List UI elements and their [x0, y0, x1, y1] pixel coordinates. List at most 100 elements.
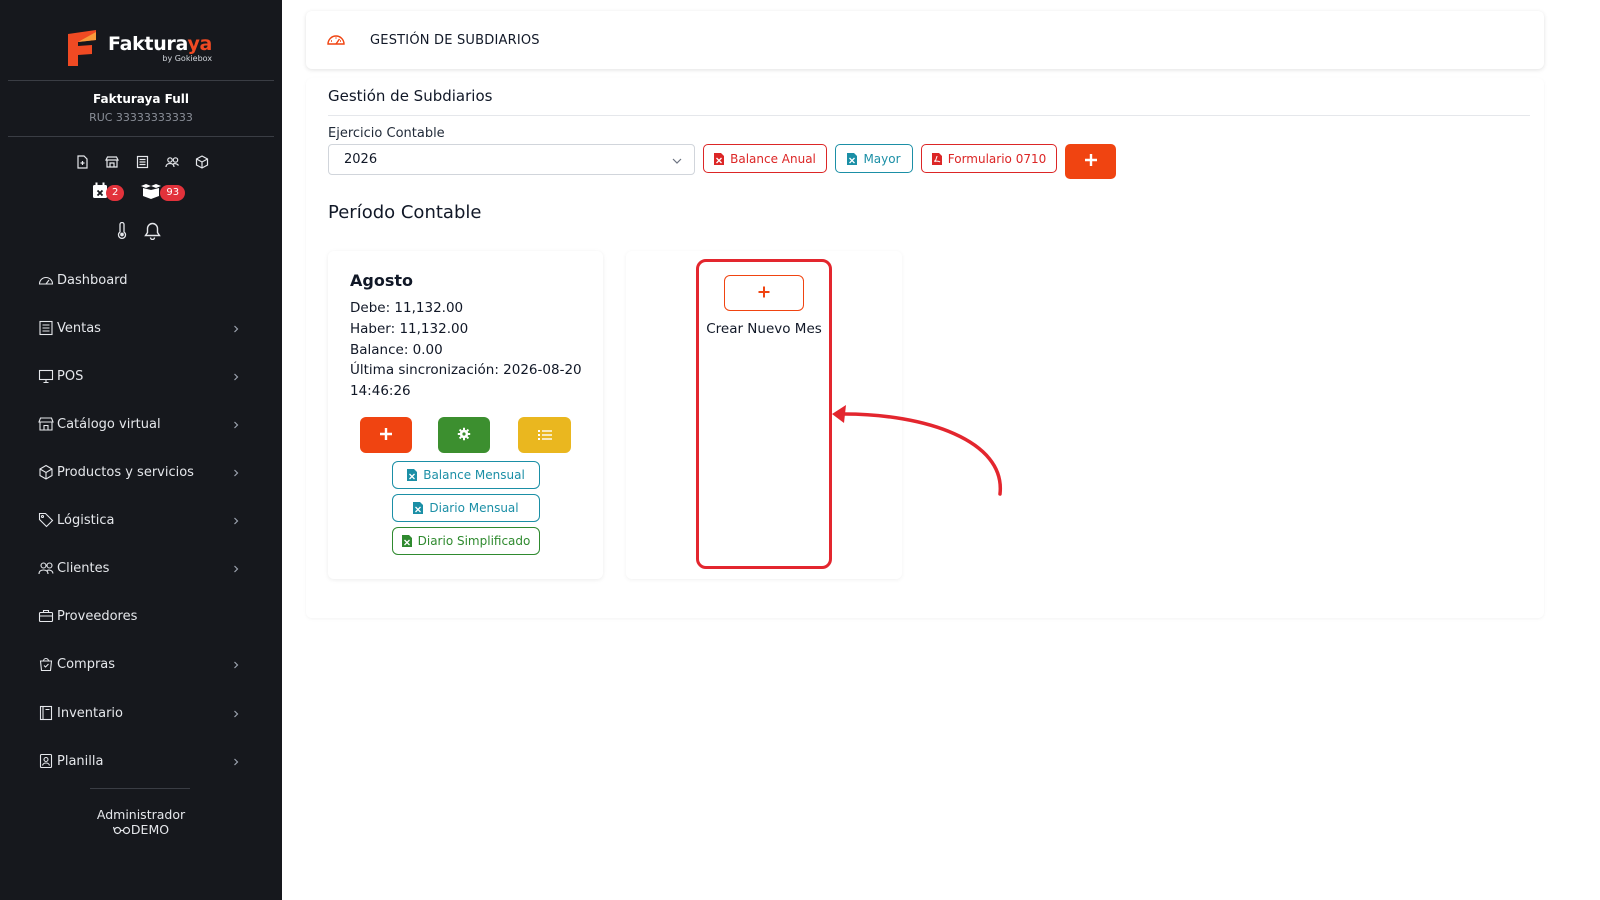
sidebar-item-catalogo-virtual[interactable]: Catálogo virtual: [38, 411, 248, 437]
create-month-label: Crear Nuevo Mes: [706, 321, 822, 337]
chevron-right-icon: [232, 562, 240, 573]
speedometer-icon: [326, 31, 346, 49]
boxes-count-badge: 93: [160, 184, 186, 201]
company-ruc: RUC 33333333333: [89, 111, 193, 124]
user-name: DEMO: [130, 822, 170, 837]
file-excel-icon: [401, 535, 412, 547]
chevron-down-icon: [672, 155, 682, 165]
file-excel-icon: [413, 502, 424, 514]
sidebar-item-compras[interactable]: Compras: [38, 651, 248, 677]
plus-icon: [757, 284, 771, 303]
calendar-count-badge: 2: [106, 184, 125, 201]
quick-icons: [74, 154, 210, 170]
chevron-right-icon: [232, 370, 240, 381]
sidebar-item-label: Compras: [57, 656, 116, 672]
chevron-right-icon: [232, 755, 240, 766]
divider: [8, 136, 274, 137]
month-balance: Balance: 0.00: [350, 342, 443, 358]
mayor-button[interactable]: Mayor: [835, 144, 913, 173]
sidebar-item-label: Planilla: [57, 753, 104, 769]
glasses-icon: [112, 823, 131, 838]
page-header: GESTIÓN DE SUBDIARIOS: [306, 11, 1544, 69]
sidebar-item-label: Catálogo virtual: [57, 416, 161, 432]
periodo-title: Período Contable: [328, 202, 482, 223]
user-role: Administrador: [96, 807, 186, 822]
plus-icon: [1084, 152, 1098, 171]
add-entry-button[interactable]: [360, 417, 412, 453]
bag-icon: [38, 656, 54, 672]
receipt-icon: [38, 320, 54, 336]
formulario-0710-button[interactable]: Formulario 0710: [921, 144, 1057, 173]
speedometer-icon: [38, 272, 54, 288]
sidebar-item-logistica[interactable]: Lógistica: [38, 507, 248, 533]
store-icon[interactable]: [104, 154, 120, 170]
chevron-right-icon: [232, 418, 240, 429]
month-title: Agosto: [350, 271, 413, 290]
thermometer-icon[interactable]: [116, 221, 128, 244]
sidebar-item-dashboard[interactable]: Dashboard: [38, 267, 248, 293]
ejercicio-value: 2026: [344, 152, 378, 167]
plus-icon: [379, 426, 393, 445]
box-icon: [38, 464, 54, 480]
sidebar-item-label: Lógistica: [57, 512, 115, 528]
briefcase-icon: [38, 608, 54, 624]
chevron-right-icon: [232, 658, 240, 669]
file-plus-icon[interactable]: [74, 154, 90, 170]
sidebar-item-productos-y-servicios[interactable]: Productos y servicios: [38, 459, 248, 485]
boxes-icon: [140, 183, 162, 203]
month-debe: Debe: 11,132.00: [350, 300, 464, 316]
file-pdf-icon: [714, 152, 725, 165]
sidebar-item-label: Proveedores: [57, 608, 138, 624]
ejercicio-select[interactable]: 2026: [328, 144, 695, 175]
balance-mensual-button[interactable]: Balance Mensual: [392, 461, 540, 489]
gear-icon: [457, 426, 471, 445]
brand-logo[interactable]: Fakturaya by Gokiebox: [66, 24, 226, 72]
sidebar-item-clientes[interactable]: Clientes: [38, 555, 248, 581]
sidebar-item-proveedores[interactable]: Proveedores: [38, 603, 248, 629]
ejercicio-label: Ejercicio Contable: [328, 126, 445, 141]
sidebar-item-inventario[interactable]: Inventario: [38, 700, 248, 726]
users-icon[interactable]: [164, 154, 180, 170]
tag-icon: [38, 512, 54, 528]
monitor-icon: [38, 368, 54, 384]
sidebar-item-label: Clientes: [57, 560, 110, 576]
month-haber: Haber: 11,132.00: [350, 321, 469, 337]
sidebar-item-label: Productos y servicios: [57, 464, 194, 480]
chevron-right-icon: [232, 322, 240, 333]
calendar-alert[interactable]: 2: [92, 182, 125, 203]
page-title: Gestión de Subdiarios: [328, 87, 493, 105]
settings-button[interactable]: [438, 417, 490, 453]
box-icon[interactable]: [194, 154, 210, 170]
alert-badges: 2 93: [92, 182, 186, 203]
sidebar: Fakturaya by Gokiebox Fakturaya Full RUC…: [0, 0, 282, 900]
boxes-alert[interactable]: 93: [140, 182, 186, 203]
sidebar-item-label: Dashboard: [57, 272, 128, 288]
bell-icon[interactable]: [144, 222, 161, 244]
page-header-title: GESTIÓN DE SUBDIARIOS: [370, 32, 540, 48]
list-button[interactable]: [518, 417, 571, 453]
utility-icons: [116, 221, 161, 244]
sidebar-item-label: POS: [57, 368, 84, 384]
add-ejercicio-button[interactable]: [1065, 144, 1116, 179]
file-pdf-icon: [931, 152, 942, 165]
chevron-right-icon: [232, 514, 240, 525]
sidebar-item-label: Inventario: [57, 705, 123, 721]
balance-anual-button[interactable]: Balance Anual: [703, 144, 827, 173]
sidebar-item-planilla[interactable]: Planilla: [38, 748, 248, 774]
divider: [8, 80, 274, 81]
create-month-button[interactable]: [724, 275, 804, 311]
chevron-right-icon: [232, 466, 240, 477]
file-excel-icon: [407, 469, 418, 481]
logo-mark-icon: [66, 28, 102, 68]
user-name-row[interactable]: DEMO: [0, 822, 282, 838]
diario-simplificado-button[interactable]: Diario Simplificado: [392, 527, 540, 555]
month-sync-time: 14:46:26: [350, 383, 411, 399]
users-icon: [38, 560, 54, 576]
sidebar-item-label: Ventas: [57, 320, 101, 336]
book-icon: [38, 705, 54, 721]
list-icon: [537, 426, 552, 445]
receipt-icon[interactable]: [134, 154, 150, 170]
diario-mensual-button[interactable]: Diario Mensual: [392, 494, 540, 522]
sidebar-item-pos[interactable]: POS: [38, 363, 248, 389]
sidebar-item-ventas[interactable]: Ventas: [38, 315, 248, 341]
